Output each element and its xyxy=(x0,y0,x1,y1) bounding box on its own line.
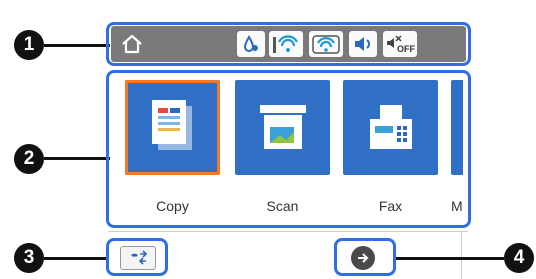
fax-icon xyxy=(369,104,412,149)
copy-tile[interactable] xyxy=(125,80,220,175)
fax-send-receive-icon[interactable] xyxy=(120,246,156,270)
callout-4: 4 xyxy=(504,243,534,273)
callout-4-label: 4 xyxy=(513,247,525,268)
callout-1-label: 1 xyxy=(23,34,35,55)
quiet-mode-off-icon[interactable]: OFF xyxy=(383,31,417,57)
wifi-icon[interactable] xyxy=(269,31,303,57)
printer-control-panel: 1 OFF 2 Copy Scan Fax M 3 4 xyxy=(0,0,536,279)
callout-2: 2 xyxy=(14,144,44,174)
wifi-direct-icon[interactable] xyxy=(309,31,343,57)
scan-icon xyxy=(259,104,306,149)
callout-3: 3 xyxy=(14,243,44,273)
scan-label: Scan xyxy=(266,198,299,214)
callout-3-label: 3 xyxy=(23,247,35,268)
callout-3-leader xyxy=(44,257,106,260)
callout-2-label: 2 xyxy=(23,148,35,169)
bottom-divider xyxy=(108,231,468,232)
callout-2-leader xyxy=(44,157,110,160)
callout-1-leader xyxy=(44,44,110,47)
sound-icon[interactable] xyxy=(349,31,377,57)
home-icon[interactable] xyxy=(119,31,145,57)
fax-tile[interactable] xyxy=(343,80,438,175)
callout-4-leader xyxy=(396,257,504,260)
fax-label: Fax xyxy=(378,198,403,214)
copy-icon xyxy=(151,99,192,150)
quiet-off-label: OFF xyxy=(397,44,415,54)
status-bar: OFF xyxy=(111,26,466,62)
scan-tile[interactable] xyxy=(235,80,330,175)
ink-drop-icon[interactable] xyxy=(237,31,265,57)
next-arrow-icon[interactable] xyxy=(351,246,375,270)
more-tile[interactable] xyxy=(451,80,463,175)
more-label: M xyxy=(451,198,463,214)
copy-label: Copy xyxy=(156,198,189,214)
side-divider xyxy=(461,231,462,279)
callout-1: 1 xyxy=(14,30,44,60)
